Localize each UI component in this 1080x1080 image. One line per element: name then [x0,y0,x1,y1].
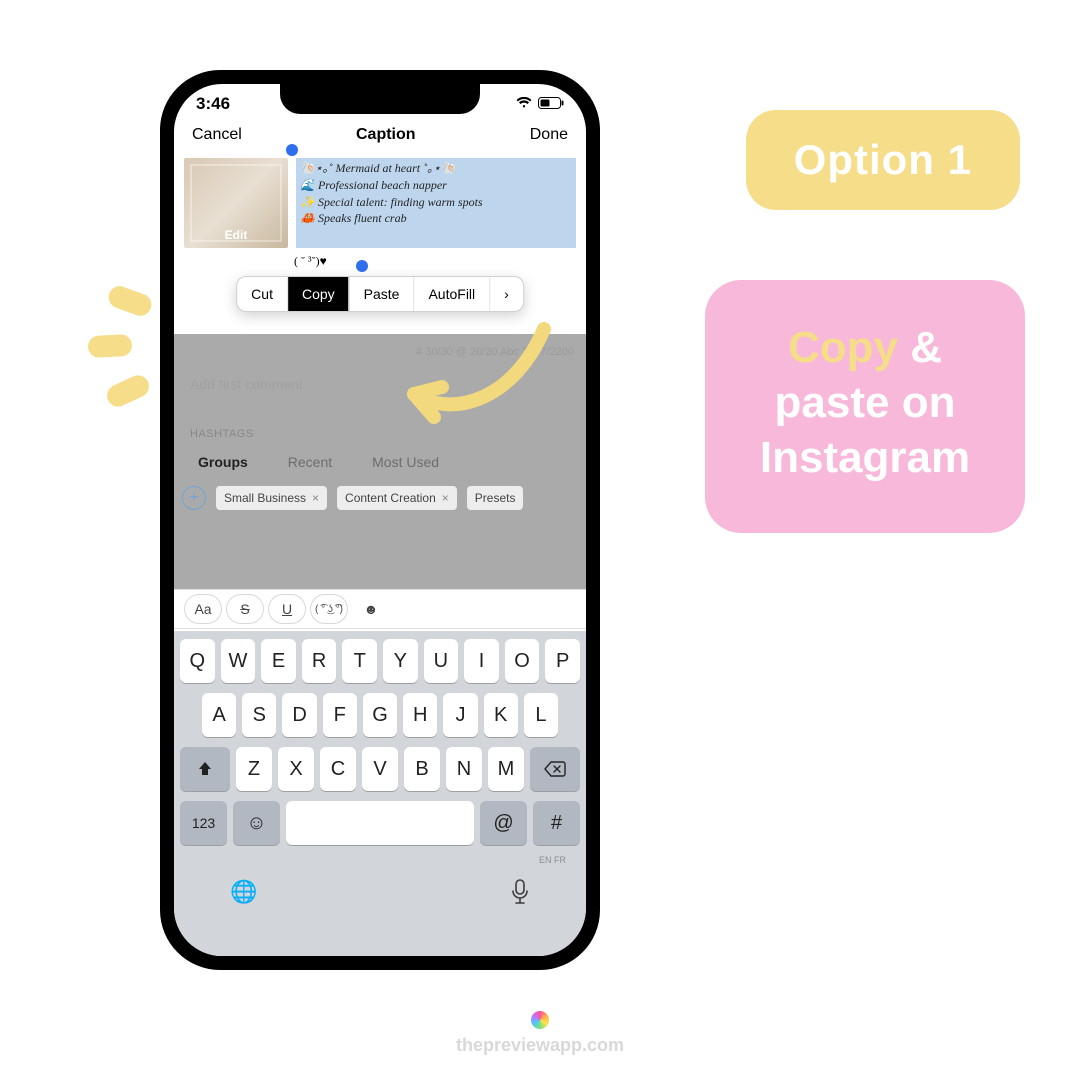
keyboard-row-3: ZXCVBNM [180,747,580,791]
key-e[interactable]: E [261,639,296,683]
hashtag-tabs: Groups Recent Most Used [174,448,586,476]
text-context-menu: Cut Copy Paste AutoFill › [236,276,524,312]
key-h[interactable]: H [403,693,437,737]
status-indicators [516,96,564,112]
key-b[interactable]: B [404,747,440,791]
hashtag-chip[interactable]: Content Creation× [337,486,457,510]
key-k[interactable]: K [484,693,518,737]
done-button[interactable]: Done [530,126,568,144]
watermark-logo-icon [531,1011,549,1029]
format-emoji-button[interactable]: ☻ [352,594,390,624]
keyboard-row-2: ASDFGHJKL [180,693,580,737]
key-s[interactable]: S [242,693,276,737]
key-g[interactable]: G [363,693,397,737]
option-badge: Option 1 [746,110,1020,210]
context-autofill[interactable]: AutoFill [414,277,490,311]
key-o[interactable]: O [505,639,540,683]
key-q[interactable]: Q [180,639,215,683]
key-m[interactable]: M [488,747,524,791]
hashtag-chip[interactable]: Presets [467,486,524,510]
caption-line-1: 🐚⋆｡˚ Mermaid at heart ˚｡⋆🐚 [300,160,572,177]
key-emoji[interactable]: ☺ [233,801,280,845]
selection-handle-start[interactable] [286,144,298,156]
chip-remove-icon[interactable]: × [442,491,449,505]
nav-bar: Cancel Caption Done [174,116,586,154]
hashtag-chip-row: + Small Business× Content Creation× Pres… [174,476,586,520]
instruction-card: Copy & paste on Instagram [705,280,1025,533]
hashtag-chip[interactable]: Small Business× [216,486,327,510]
phone-frame: 3:46 Cancel Caption Done Edit 🐚⋆｡˚ Merma… [160,70,600,970]
format-kaomoji-button[interactable]: ( ͡° ͜ʖ ͡°) [310,594,348,624]
key-hash[interactable]: # [533,801,580,845]
wifi-icon [516,96,532,112]
nav-title: Caption [356,126,416,144]
pointer-arrow [394,309,554,429]
globe-icon[interactable]: 🌐 [230,879,257,911]
context-paste[interactable]: Paste [350,277,415,311]
tab-groups[interactable]: Groups [198,454,248,470]
keyboard-row-4: 123 ☺ @ # [180,801,580,845]
post-thumbnail[interactable]: Edit [184,158,288,248]
format-font-button[interactable]: Aa [184,594,222,624]
caption-area: Edit 🐚⋆｡˚ Mermaid at heart ˚｡⋆🐚 🌊 Profes… [174,154,586,252]
status-time: 3:46 [196,94,230,114]
sparkle-accent [68,290,158,410]
caption-line-2: 🌊 Professional beach napper [300,177,572,194]
chip-remove-icon[interactable]: × [312,491,319,505]
key-a[interactable]: A [202,693,236,737]
tab-most-used[interactable]: Most Used [372,454,439,470]
mic-icon[interactable] [510,879,530,911]
instruction-rest: paste on Instagram [760,378,970,482]
key-d[interactable]: D [282,693,316,737]
format-bar: Aa S U ( ͡° ͜ʖ ͡°) ☻ [174,589,586,629]
phone-notch [280,84,480,114]
key-c[interactable]: C [320,747,356,791]
key-l[interactable]: L [524,693,558,737]
cancel-button[interactable]: Cancel [192,126,242,144]
caption-line-4: 🦀 Speaks fluent crab [300,210,572,227]
key-numbers[interactable]: 123 [180,801,227,845]
keyboard-lang-indicator: EN FR [180,855,580,869]
key-x[interactable]: X [278,747,314,791]
key-p[interactable]: P [545,639,580,683]
key-j[interactable]: J [443,693,477,737]
selection-handle-end[interactable] [356,260,368,272]
thumbnail-edit-label: Edit [225,228,248,242]
instruction-copy-word: Copy [788,323,898,372]
key-backspace[interactable] [530,747,580,791]
instruction-amp: & [910,323,942,372]
context-copy[interactable]: Copy [288,277,350,311]
format-underline-button[interactable]: U [268,594,306,624]
caption-textarea[interactable]: 🐚⋆｡˚ Mermaid at heart ˚｡⋆🐚 🌊 Professiona… [296,158,576,248]
watermark: thepreviewapp.com [456,1011,624,1056]
key-u[interactable]: U [424,639,459,683]
caption-extra-line: ( ˘ ³˘)♥ [174,252,586,271]
key-r[interactable]: R [302,639,337,683]
key-y[interactable]: Y [383,639,418,683]
key-f[interactable]: F [323,693,357,737]
keyboard-bottom-row: 🌐 [180,869,580,911]
battery-icon [538,96,564,112]
key-shift[interactable] [180,747,230,791]
format-strike-button[interactable]: S [226,594,264,624]
key-space[interactable] [286,801,474,845]
phone-screen: 3:46 Cancel Caption Done Edit 🐚⋆｡˚ Merma… [174,84,586,956]
key-z[interactable]: Z [236,747,272,791]
key-at[interactable]: @ [480,801,527,845]
key-w[interactable]: W [221,639,256,683]
context-more[interactable]: › [490,277,523,311]
watermark-text: thepreviewapp.com [456,1035,624,1055]
caption-line-3: ✨ Special talent: finding warm spots [300,194,572,211]
key-t[interactable]: T [342,639,377,683]
tab-recent[interactable]: Recent [288,454,332,470]
add-hashtag-button[interactable]: + [182,486,206,510]
key-i[interactable]: I [464,639,499,683]
key-v[interactable]: V [362,747,398,791]
keyboard-row-1: QWERTYUIOP [180,639,580,683]
key-n[interactable]: N [446,747,482,791]
ios-keyboard: QWERTYUIOP ASDFGHJKL ZXCVBNM 123 ☺ @ # E… [174,631,586,956]
context-cut[interactable]: Cut [237,277,288,311]
